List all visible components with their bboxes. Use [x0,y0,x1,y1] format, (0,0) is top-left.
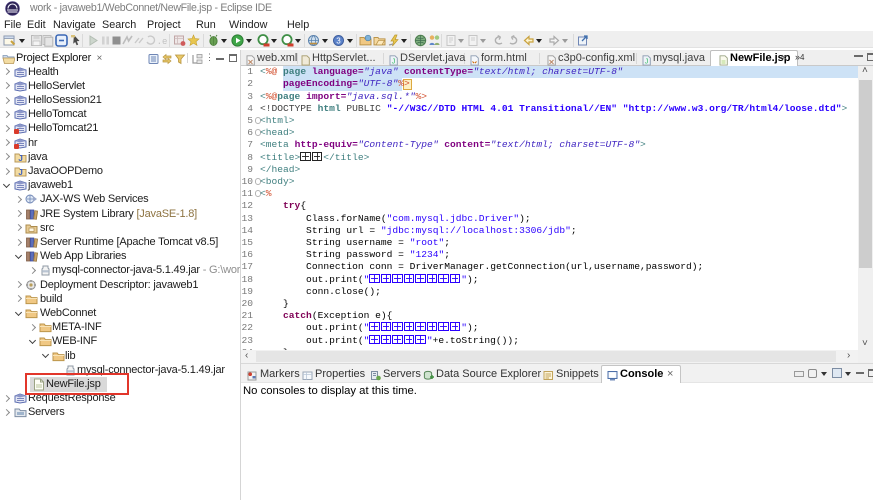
svg-text:.e: .e [157,37,168,47]
svg-text:J: J [18,154,22,163]
svg-text:3: 3 [336,36,341,45]
svg-text:J: J [645,58,649,65]
svg-text:J: J [18,168,22,177]
svg-text:J: J [392,58,396,65]
